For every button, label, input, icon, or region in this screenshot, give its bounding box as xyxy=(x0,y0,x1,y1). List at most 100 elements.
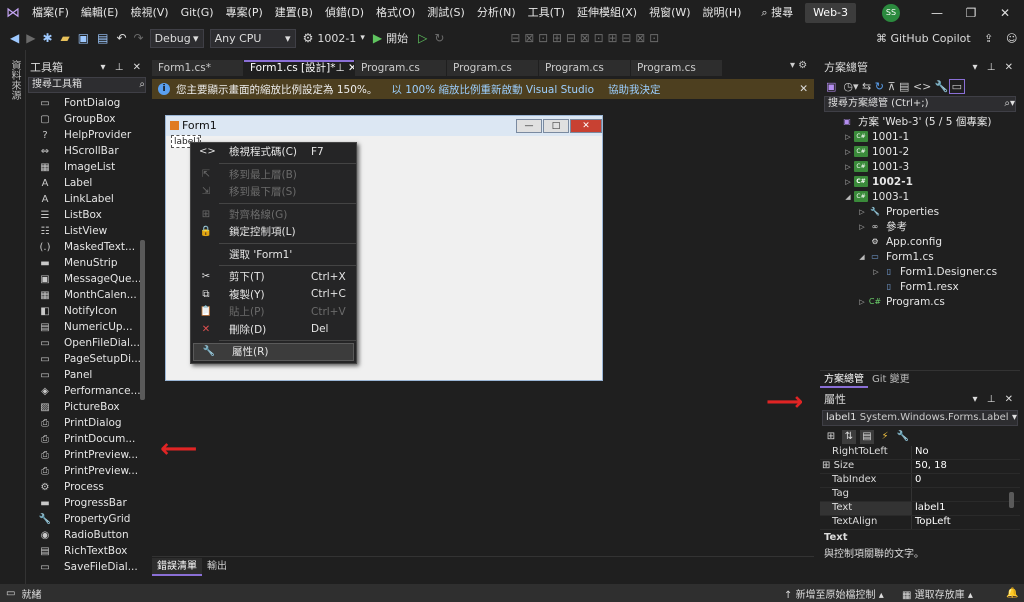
solution-tree-node[interactable]: ▷ C# 1001-2 xyxy=(820,144,1020,159)
avatar[interactable]: SS xyxy=(882,4,900,22)
document-tab[interactable]: Form1.cs* xyxy=(152,60,243,76)
property-pages-wrench-icon[interactable]: 🔧 xyxy=(896,430,910,444)
toolbox-item[interactable]: ▦ ImageList xyxy=(26,159,148,175)
copilot-button[interactable]: ⌘ GitHub Copilot xyxy=(876,32,971,45)
property-value[interactable]: No xyxy=(912,446,929,459)
solution-tree-node[interactable]: ▷ C# 1002-1 xyxy=(820,174,1020,189)
menu-item[interactable]: 建置(B) xyxy=(269,0,319,26)
document-tab[interactable]: Program.cs xyxy=(539,60,630,76)
home-icon[interactable]: ▣ xyxy=(826,80,836,93)
select-repository-button[interactable]: ▦ 選取存放庫 ▴ xyxy=(902,586,973,601)
save-all-icon[interactable]: ▤ xyxy=(93,31,112,45)
toolbox-item[interactable]: ◧ NotifyIcon xyxy=(26,303,148,319)
configuration-dropdown[interactable]: Debug ▾ xyxy=(149,28,204,48)
toolbox-item[interactable]: A Label xyxy=(26,175,148,191)
share-icon[interactable]: ⇪ xyxy=(984,32,993,45)
context-menu-item[interactable]: ✕ 刪除(D) Del xyxy=(191,321,356,339)
property-value[interactable]: 0 xyxy=(912,474,921,487)
toolbox-item[interactable]: ▤ RichTextBox xyxy=(26,543,148,559)
alignment-toolbar-icons[interactable]: ⊟ ⊠ ⊡ ⊞ ⊟ ⊠ ⊡ ⊞ ⊟ ⊠ ⊡ xyxy=(507,31,662,45)
toolbox-item[interactable]: A LinkLabel xyxy=(26,191,148,207)
open-folder-icon[interactable]: ▰ xyxy=(57,31,74,45)
property-value[interactable] xyxy=(912,488,915,501)
properties-wrench-icon[interactable]: 🔧 xyxy=(935,80,949,93)
menu-item[interactable]: Git(G) xyxy=(175,0,220,26)
property-row[interactable]: TextAlign TopLeft xyxy=(820,516,1020,530)
show-all-icon[interactable]: ▤ xyxy=(899,80,909,93)
toolbox-item[interactable]: ⚙ Process xyxy=(26,479,148,495)
toolbox-item[interactable]: ▨ PictureBox xyxy=(26,399,148,415)
menu-item[interactable]: 測試(S) xyxy=(421,0,471,26)
tree-expand-arrow-icon[interactable]: ▷ xyxy=(842,163,854,171)
toolbox-scrollbar[interactable] xyxy=(140,240,145,400)
property-row[interactable]: Text label1 xyxy=(820,502,1020,516)
pane-controls-icon[interactable]: ▾ ⊥ ✕ xyxy=(101,60,148,76)
preview-icon[interactable]: ▭ xyxy=(948,78,965,94)
toolbox-item[interactable]: ▦ MonthCalen... xyxy=(26,287,148,303)
solution-tree-node[interactable]: ▷ ∞ 參考 xyxy=(820,219,1020,234)
sync-icon[interactable]: ⇆ xyxy=(862,80,871,93)
property-row[interactable]: ⊞ Size 50, 18 xyxy=(820,460,1020,474)
property-row[interactable]: RightToLeft No xyxy=(820,446,1020,460)
toolbox-item[interactable]: ☰ ListBox xyxy=(26,207,148,223)
restore-icon[interactable]: ❐ xyxy=(954,0,988,26)
toolbox-item[interactable]: ▭ Panel xyxy=(26,367,148,383)
visual-studio-logo-icon[interactable]: ⋈ xyxy=(0,0,26,26)
solution-tree-node[interactable]: ◢ ▭ Form1.cs xyxy=(820,249,1020,264)
toolbox-item[interactable]: ? HelpProvider xyxy=(26,127,148,143)
context-menu-item[interactable]: ⊞ 對齊格線(G) xyxy=(191,206,356,224)
solution-tree-node[interactable]: ▷ C# 1001-3 xyxy=(820,159,1020,174)
minimize-icon[interactable]: — xyxy=(920,0,954,26)
toolbox-item[interactable]: ▬ ProgressBar xyxy=(26,495,148,511)
document-tab[interactable]: Form1.cs [設計]*⊥ ✕ xyxy=(244,60,354,76)
close-window-icon[interactable]: ✕ xyxy=(988,0,1022,26)
solution-search-input[interactable]: 搜尋方案總管 (Ctrl+;) ⌕▾ xyxy=(824,96,1016,112)
solution-tree-node[interactable]: ▷ ▯ Form1.Designer.cs xyxy=(820,264,1020,279)
context-menu-item[interactable]: ⇱ 移到最上層(B) xyxy=(191,166,356,184)
toolbox-item[interactable]: ⎙ PrintPreview... xyxy=(26,463,148,479)
menu-item[interactable]: 延伸模組(X) xyxy=(571,0,643,26)
tree-expand-arrow-icon[interactable]: ▷ xyxy=(856,298,868,306)
toolbox-item[interactable]: ▢ GroupBox xyxy=(26,111,148,127)
events-lightning-icon[interactable]: ⚡ xyxy=(878,430,892,444)
menu-item[interactable]: 檔案(F) xyxy=(26,0,75,26)
bottom-tab[interactable]: 輸出 xyxy=(202,558,232,576)
start-button[interactable]: 開始 xyxy=(386,30,408,46)
startup-project-dropdown[interactable]: 1002-1 xyxy=(317,32,356,45)
startup-project-gear-icon[interactable]: ⚙ xyxy=(299,31,318,45)
tab-pin-close-icon[interactable]: ⊥ ✕ xyxy=(336,62,355,76)
pane-controls-icon[interactable]: ▾ ⊥ ✕ xyxy=(973,60,1020,76)
toolbox-item[interactable]: ▭ PageSetupDi... xyxy=(26,351,148,367)
context-menu-item[interactable]: ⧉ 複製(Y) Ctrl+C xyxy=(191,286,356,304)
document-tab[interactable]: Program.cs xyxy=(355,60,446,76)
document-tab[interactable]: Program.cs xyxy=(631,60,722,76)
document-tab[interactable]: Program.cs xyxy=(447,60,538,76)
back-icon[interactable]: ◀ xyxy=(6,31,23,45)
toolbox-item[interactable]: ▭ OpenFileDial... xyxy=(26,335,148,351)
property-value[interactable]: TopLeft xyxy=(912,516,951,529)
tree-expand-arrow-icon[interactable]: ▷ xyxy=(842,148,854,156)
pane-controls-icon[interactable]: ▾ ⊥ ✕ xyxy=(973,392,1020,408)
undo-icon[interactable]: ↶ xyxy=(112,31,130,45)
toolbox-item[interactable]: ▭ SaveFileDial... xyxy=(26,559,148,575)
solution-tree-node[interactable]: ⚙ App.config xyxy=(820,234,1020,249)
solution-tree-node[interactable]: ▣ 方案 'Web-3' (5 / 5 個專案) xyxy=(820,114,1020,129)
tree-expand-arrow-icon[interactable]: ◢ xyxy=(856,253,868,261)
property-row[interactable]: TabIndex 0 xyxy=(820,474,1020,488)
toolbox-item[interactable]: ⎙ PrintDocum... xyxy=(26,431,148,447)
solution-tree-node[interactable]: ▷ C# Program.cs xyxy=(820,294,1020,309)
data-sources-tab[interactable]: 資料來源 xyxy=(7,60,22,100)
solution-tree-node[interactable]: ▷ 🔧 Properties xyxy=(820,204,1020,219)
menu-item[interactable]: 分析(N) xyxy=(471,0,522,26)
toolbox-item[interactable]: ⎙ PrintPreview... xyxy=(26,447,148,463)
categorized-icon[interactable]: ⊞ xyxy=(824,430,838,444)
properties-scrollbar[interactable] xyxy=(1009,492,1014,508)
solution-footer-tab[interactable]: 方案總管 xyxy=(820,371,868,388)
start-icon[interactable]: ▶ xyxy=(369,31,386,45)
toolbox-item[interactable]: ⎙ PrintDialog xyxy=(26,415,148,431)
toolbox-item[interactable]: ▣ MessageQue... xyxy=(26,271,148,287)
pending-changes-icon[interactable]: ◷▾ xyxy=(843,80,858,93)
context-menu-item[interactable]: <> 檢視程式碼(C) F7 xyxy=(191,143,356,161)
tree-expand-arrow-icon[interactable]: ◢ xyxy=(842,193,854,201)
chevron-down-icon[interactable]: ▾ xyxy=(356,33,369,43)
